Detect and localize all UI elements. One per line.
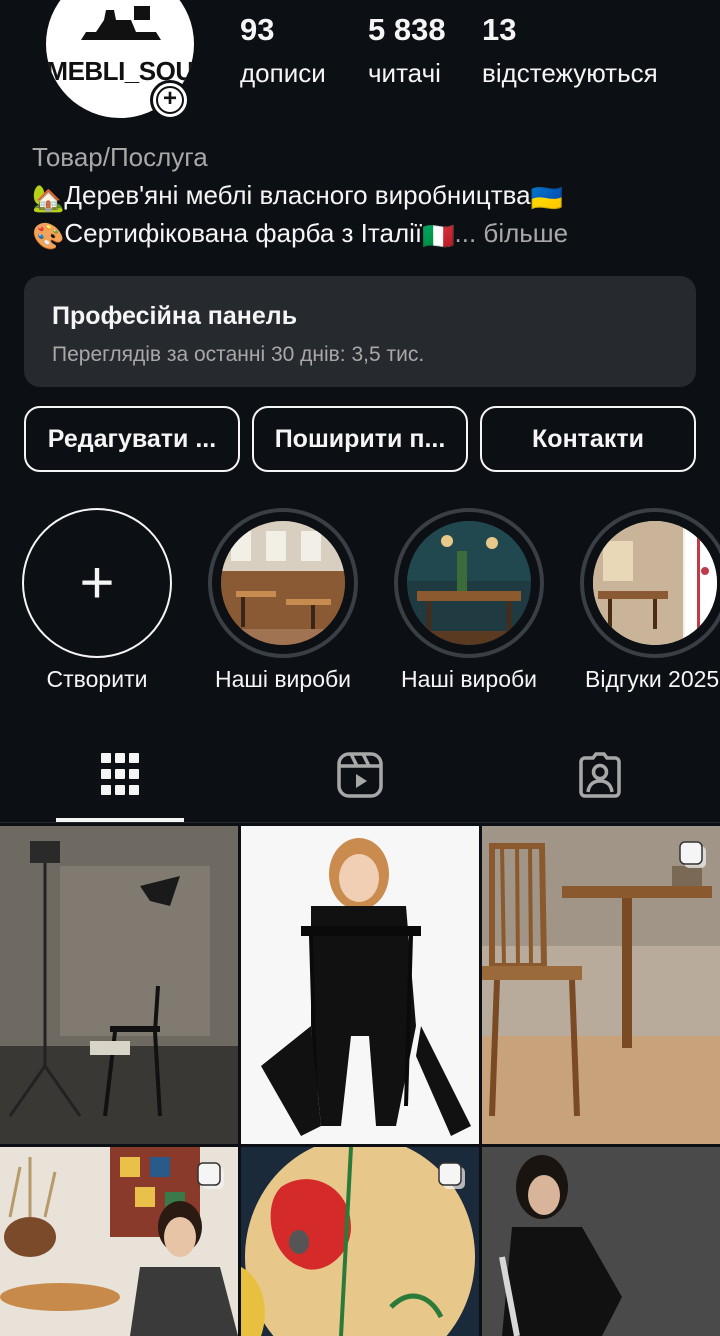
- reels-icon: [337, 752, 383, 798]
- highlight-label: Створити: [46, 666, 148, 692]
- post-tile[interactable]: [482, 826, 720, 1144]
- highlight-cover-image: [593, 521, 717, 645]
- profile-category: Товар/Послуга: [32, 142, 208, 172]
- share-profile-button[interactable]: Поширити п...: [252, 406, 468, 472]
- highlight-item[interactable]: Наші вироби: [394, 508, 544, 692]
- stat-followers-label: читачі: [368, 58, 441, 88]
- professional-dashboard-subtitle: Переглядів за останні 30 днів: 3,5 тис.: [52, 343, 425, 366]
- highlight-label: Відгуки 2025: [585, 666, 720, 692]
- grid-icon: [101, 753, 139, 795]
- highlight-item[interactable]: Наші вироби: [208, 508, 358, 692]
- post-tile[interactable]: [0, 826, 238, 1144]
- post-tile[interactable]: [0, 1147, 238, 1336]
- edit-profile-button[interactable]: Редагувати ...: [24, 406, 240, 472]
- highlight-item[interactable]: Відгуки 2025: [580, 508, 720, 692]
- stat-following[interactable]: 13 відстежуються: [482, 12, 658, 89]
- plus-icon: +: [79, 549, 115, 616]
- highlight-create[interactable]: +: [22, 508, 172, 658]
- highlight-cover-image: [407, 521, 531, 645]
- highlight-ring: [394, 508, 544, 658]
- add-story-button[interactable]: +: [150, 80, 190, 120]
- post-image: [482, 826, 720, 1144]
- stat-following-count: 13: [482, 12, 517, 47]
- highlight-label: Наші вироби: [214, 666, 352, 692]
- post-tile[interactable]: [241, 1147, 479, 1336]
- profile-avatar-wrap[interactable]: MEBLI_SOU +: [46, 0, 194, 120]
- post-image: [482, 1147, 720, 1336]
- bio-line-1-text: Дерев'яні меблі власного виробництва: [64, 180, 531, 210]
- bio-line-1: 🏡Дерев'яні меблі власного виробництва🇺🇦: [32, 180, 563, 214]
- carousel-icon: [197, 1162, 224, 1189]
- post-image: [0, 826, 238, 1144]
- highlight-label: Наші вироби: [400, 666, 538, 692]
- bio-line-2-text: Сертифікована фарба з Італії: [64, 218, 423, 248]
- highlight-cover-image: [221, 521, 345, 645]
- professional-dashboard-title: Професійна панель: [52, 302, 298, 330]
- contacts-button[interactable]: Контакти: [480, 406, 696, 472]
- post-tile[interactable]: [241, 826, 479, 1144]
- carousel-icon: [438, 1162, 465, 1189]
- carousel-icon: [679, 841, 706, 868]
- professional-dashboard[interactable]: Професійна панель Переглядів за останні …: [24, 276, 696, 387]
- plus-icon: +: [156, 86, 184, 114]
- tagged-icon: [579, 752, 621, 798]
- house-icon: 🏡: [32, 183, 65, 213]
- post-tile[interactable]: [482, 1147, 720, 1336]
- stat-followers[interactable]: 5 838 читачі: [368, 12, 446, 89]
- bio-line-2: 🎨Сертифікована фарба з Італії🇮🇹... більш…: [32, 218, 568, 252]
- stat-following-label: відстежуються: [482, 58, 658, 88]
- stat-posts[interactable]: 93 дописи: [240, 12, 326, 89]
- ukraine-flag-icon: 🇺🇦: [530, 183, 563, 213]
- tabs-divider: [0, 822, 720, 823]
- post-image: [241, 826, 479, 1144]
- highlight-ring: [208, 508, 358, 658]
- stat-followers-count: 5 838: [368, 12, 446, 47]
- logo-graphic: [81, 6, 161, 40]
- tab-grid[interactable]: [0, 748, 240, 802]
- stat-posts-label: дописи: [240, 58, 326, 88]
- italy-flag-icon: 🇮🇹: [422, 221, 455, 251]
- bio-more-link[interactable]: ... більше: [455, 218, 569, 248]
- tab-reels[interactable]: [240, 748, 480, 802]
- palette-icon: 🎨: [32, 221, 65, 251]
- highlight-ring: [580, 508, 720, 658]
- stat-posts-count: 93: [240, 12, 275, 47]
- tab-tagged[interactable]: [480, 748, 720, 802]
